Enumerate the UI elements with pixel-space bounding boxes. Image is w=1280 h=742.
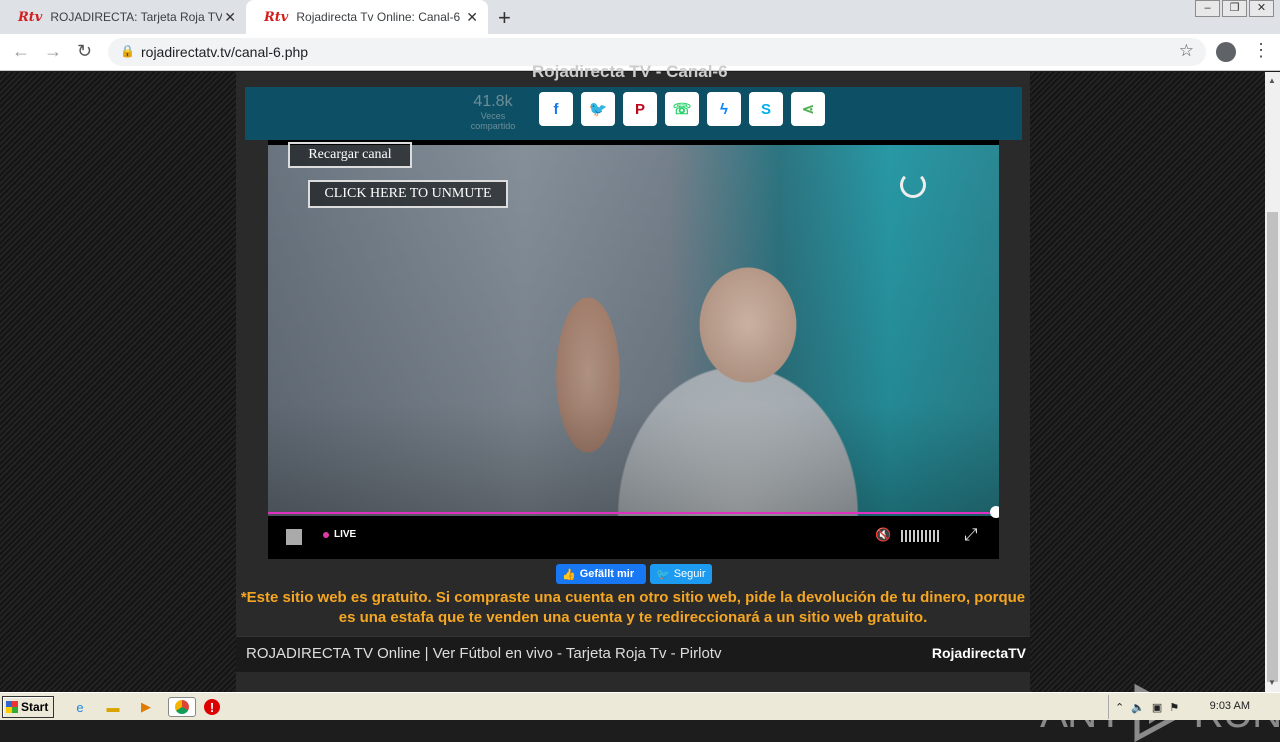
share-icon: ⋖ [801, 101, 815, 118]
flag-icon[interactable]: ⚑ [1169, 701, 1179, 714]
chrome-taskbar-icon[interactable] [168, 697, 196, 717]
progress-knob[interactable] [990, 506, 999, 518]
tab-title: Rojadirecta Tv Online: Canal-6 [296, 10, 461, 24]
footer-brand[interactable]: RojadirectaTV [932, 645, 1026, 661]
page-title: Rojadirecta TV - Canal-6 [532, 62, 728, 81]
free-site-notice: *Este sitio web es gratuito. Si comprast… [240, 589, 1026, 626]
minimize-icon[interactable]: – [1195, 0, 1220, 17]
page-scrollbar[interactable]: ▲ ▼ [1265, 72, 1280, 692]
live-indicator: LIVE [323, 529, 356, 540]
twitter-follow-button[interactable]: 🐦 Seguir [650, 564, 712, 584]
rtv-favicon-icon: Rtv [18, 9, 43, 25]
windows-logo-icon [6, 701, 18, 713]
pinterest-icon: P [634, 100, 645, 118]
whatsapp-share-button[interactable]: ☏ [665, 92, 699, 126]
close-tab-icon[interactable]: ✕ [466, 9, 478, 26]
unmute-button[interactable]: CLICK HERE TO UNMUTE [308, 180, 508, 208]
lock-icon[interactable]: 🔒 [120, 44, 135, 58]
more-share-button[interactable]: ⋖ [791, 92, 825, 126]
messenger-share-button[interactable]: ϟ [707, 92, 741, 126]
twitter-icon: 🐦 [588, 101, 608, 118]
share-count-number: 41.8k [473, 93, 513, 110]
chrome-menu-icon[interactable]: ⋮ [1252, 40, 1270, 61]
clock[interactable]: 9:03 AM [1210, 700, 1250, 712]
close-window-icon[interactable]: ✕ [1249, 0, 1274, 17]
rtv-favicon-icon: Rtv [264, 9, 289, 25]
window-controls: – ❐ ✕ [1193, 0, 1274, 20]
tab-strip: Rtv ROJADIRECTA: Tarjeta Roja TV - Pir ✕… [0, 0, 1280, 34]
volume-muted-icon[interactable]: 🔇 [875, 527, 891, 543]
pinterest-share-button[interactable]: P [623, 92, 657, 126]
page-background: Rojadirecta TV - Canal-6 41.8k Veces com… [0, 62, 1280, 742]
thumbs-up-icon: 👍 [562, 568, 576, 581]
facebook-like-button[interactable]: 👍 Gefällt mir [556, 564, 646, 584]
video-player[interactable]: Recargar canal CLICK HERE TO UNMUTE LIVE… [268, 140, 999, 559]
skype-icon: S [760, 100, 771, 118]
reload-icon[interactable]: ↻ [77, 41, 92, 62]
volume-slider[interactable] [901, 530, 941, 542]
loading-spinner-icon [900, 172, 926, 198]
footer-text: ROJADIRECTA TV Online | Ver Fútbol en vi… [246, 645, 722, 662]
tab-canal-6[interactable]: Rtv Rojadirecta Tv Online: Canal-6 ✕ [246, 0, 488, 34]
twitter-share-button[interactable]: 🐦 [581, 92, 615, 126]
network-icon[interactable]: ▣ [1152, 701, 1162, 714]
live-progress-bar[interactable] [268, 512, 994, 514]
chrome-logo-icon [175, 700, 189, 714]
fullscreen-icon[interactable]: ⤢ [964, 525, 978, 545]
back-arrow-icon[interactable]: ← [12, 41, 30, 62]
maximize-icon[interactable]: ❐ [1222, 0, 1247, 17]
tab-rojadirecta-home[interactable]: Rtv ROJADIRECTA: Tarjeta Roja TV - Pir ✕ [0, 0, 246, 34]
main-content: Rojadirecta TV - Canal-6 41.8k Veces com… [236, 62, 1030, 692]
media-player-icon[interactable]: ▶ [136, 697, 156, 717]
close-tab-icon[interactable]: ✕ [224, 9, 236, 26]
system-tray: ⌃ 🔈 ▣ ⚑ [1108, 695, 1280, 719]
profile-avatar-icon[interactable] [1216, 42, 1236, 62]
whatsapp-icon: ☏ [672, 101, 692, 118]
scroll-down-icon[interactable]: ▼ [1268, 678, 1276, 687]
live-label: LIVE [334, 529, 357, 540]
follow-label: Seguir [673, 568, 706, 580]
new-tab-button[interactable]: + [498, 5, 511, 31]
forward-arrow-icon[interactable]: → [44, 41, 62, 62]
reload-channel-button[interactable]: Recargar canal [288, 142, 412, 168]
share-count-label: Veces compartido [470, 111, 516, 131]
volume-icon[interactable]: 🔈 [1131, 701, 1145, 714]
twitter-bird-icon: 🐦 [656, 568, 670, 581]
footer: ROJADIRECTA TV Online | Ver Fútbol en vi… [236, 636, 1030, 672]
like-label: Gefällt mir [579, 568, 635, 580]
bookmark-star-icon[interactable]: ☆ [1179, 41, 1194, 61]
scroll-thumb[interactable] [1267, 212, 1278, 682]
facebook-icon: f [553, 100, 559, 118]
tray-expand-icon[interactable]: ⌃ [1115, 701, 1124, 714]
share-count: 41.8k Veces compartido [463, 93, 523, 131]
opera-icon[interactable]: ! [204, 699, 220, 715]
messenger-icon: ϟ [720, 100, 728, 118]
share-bar: 41.8k Veces compartido f 🐦 P ☏ ϟ S ⋖ [245, 87, 1022, 140]
internet-explorer-icon[interactable]: e [70, 697, 90, 717]
facebook-share-button[interactable]: f [539, 92, 573, 126]
scroll-up-icon[interactable]: ▲ [1268, 76, 1276, 85]
tab-title: ROJADIRECTA: Tarjeta Roja TV - Pir [50, 10, 223, 24]
start-button[interactable]: Start [2, 696, 54, 718]
windows-taskbar: Start e ▬ ▶ ! ⌃ 🔈 ▣ ⚑ 9:03 AM [0, 692, 1280, 720]
start-label: Start [21, 700, 49, 714]
skype-share-button[interactable]: S [749, 92, 783, 126]
url-text[interactable]: rojadirectatv.tv/canal-6.php [141, 44, 308, 60]
stop-icon[interactable] [286, 529, 302, 545]
player-controls: LIVE 🔇 ⤢ [268, 520, 999, 559]
folder-icon[interactable]: ▬ [103, 697, 123, 717]
live-dot-icon [323, 531, 329, 538]
